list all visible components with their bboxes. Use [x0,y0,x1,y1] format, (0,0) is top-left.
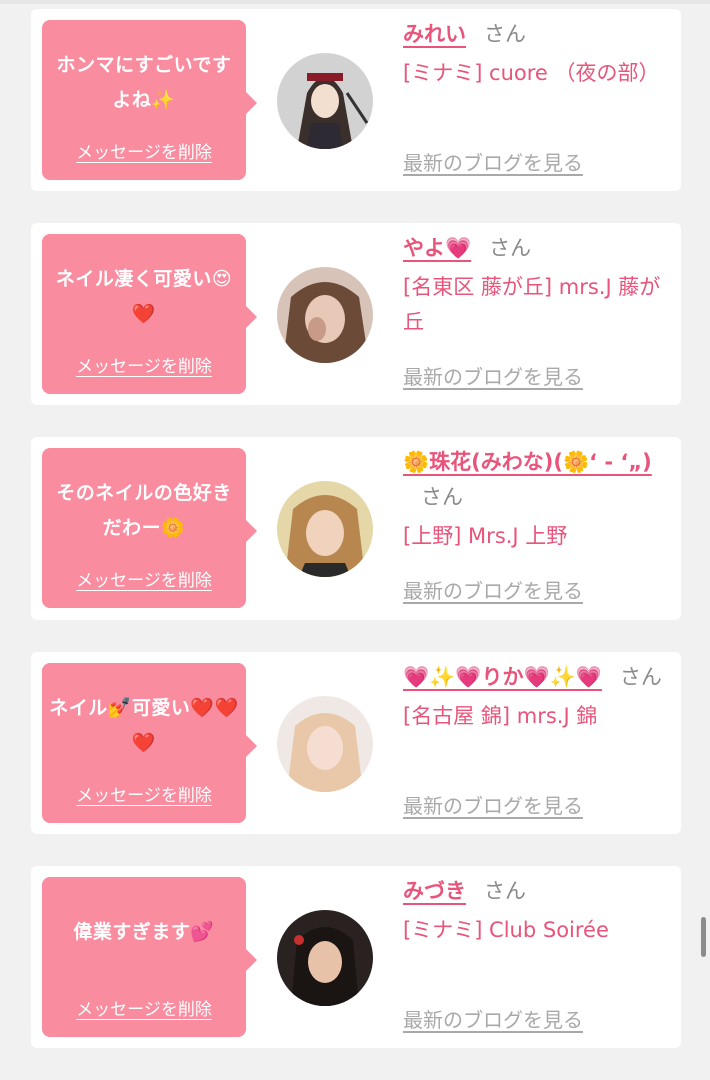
shop-name: [ミナミ] cuore （夜の部） [403,61,660,85]
message-card: ネイル凄く可愛い😍❤️ メッセージを削除 やよ💗 さん [名東区 藤が丘] mrs… [31,223,681,405]
shop-name: [名東区 藤が丘] mrs.J 藤が丘 [403,275,661,334]
sender-info: みづき さん [ミナミ] Club Soirée [403,874,665,948]
message-card: 偉業すぎます💕 メッセージを削除 みづき さん [ミナミ] Club Soirée… [31,866,681,1048]
message-bubble: 偉業すぎます💕 メッセージを削除 [42,877,257,1037]
latest-blog-link[interactable]: 最新のブログを見る [403,147,583,176]
message-card: ホンマにすごいですよね✨ メッセージを削除 みれい さん [ミナミ] cuore … [31,9,681,191]
honorific: さん [484,22,526,46]
latest-blog-link[interactable]: 最新のブログを見る [403,361,583,390]
sender-name-link[interactable]: 🌼珠花(みわな)(🌼‘ - ‘„) [403,450,652,474]
message-text: そのネイルの色好きだわー🌼 [56,482,232,539]
avatar[interactable] [277,696,373,792]
avatar[interactable] [277,267,373,363]
message-card: そのネイルの色好きだわー🌼 メッセージを削除 🌼珠花(みわな)(🌼‘ - ‘„)… [31,437,681,620]
delete-message-link[interactable]: メッセージを削除 [42,781,246,806]
message-text: ネイル💅可愛い❤️❤️❤️ [49,697,239,754]
avatar[interactable] [277,53,373,149]
message-card: ネイル💅可愛い❤️❤️❤️ メッセージを削除 💗✨💗りか💗✨💗 さん [名古屋 錦… [31,652,681,834]
message-bubble: ネイル凄く可愛い😍❤️ メッセージを削除 [42,234,257,394]
shop-name: [名古屋 錦] mrs.J 錦 [403,704,598,728]
delete-message-link[interactable]: メッセージを削除 [42,995,246,1020]
message-text: 偉業すぎます💕 [73,921,215,943]
sender-info: やよ💗 さん [名東区 藤が丘] mrs.J 藤が丘 [403,231,665,340]
delete-message-link[interactable]: メッセージを削除 [42,352,246,377]
shop-name: [ミナミ] Club Soirée [403,918,609,942]
sender-name-link[interactable]: やよ💗 [403,236,471,260]
honorific: さん [421,485,463,509]
latest-blog-link[interactable]: 最新のブログを見る [403,1004,583,1033]
shop-name: [上野] Mrs.J 上野 [403,524,568,548]
message-bubble: そのネイルの色好きだわー🌼 メッセージを削除 [42,448,257,608]
latest-blog-link[interactable]: 最新のブログを見る [403,790,583,819]
honorific: さん [489,236,532,260]
top-divider [0,0,710,4]
avatar[interactable] [277,481,373,577]
delete-message-link[interactable]: メッセージを削除 [42,566,246,591]
message-list: ホンマにすごいですよね✨ メッセージを削除 みれい さん [ミナミ] cuore … [31,9,681,1080]
sender-name-link[interactable]: 💗✨💗りか💗✨💗 [403,665,602,689]
sender-name-link[interactable]: みれい [403,22,466,46]
sender-info: 🌼珠花(みわな)(🌼‘ - ‘„) さん [上野] Mrs.J 上野 [403,445,665,554]
honorific: さん [484,879,526,903]
scrollbar-thumb[interactable] [701,917,706,957]
message-bubble: ネイル💅可愛い❤️❤️❤️ メッセージを削除 [42,663,257,823]
message-bubble: ホンマにすごいですよね✨ メッセージを削除 [42,20,257,180]
honorific: さん [619,665,662,689]
delete-message-link[interactable]: メッセージを削除 [42,138,246,163]
sender-info: 💗✨💗りか💗✨💗 さん [名古屋 錦] mrs.J 錦 [403,660,665,734]
message-text: ネイル凄く可愛い😍❤️ [55,268,233,325]
sender-name-link[interactable]: みづき [403,879,466,903]
latest-blog-link[interactable]: 最新のブログを見る [403,575,583,604]
sender-info: みれい さん [ミナミ] cuore （夜の部） [403,17,665,91]
message-text: ホンマにすごいですよね✨ [56,54,232,111]
avatar[interactable] [277,910,373,1006]
